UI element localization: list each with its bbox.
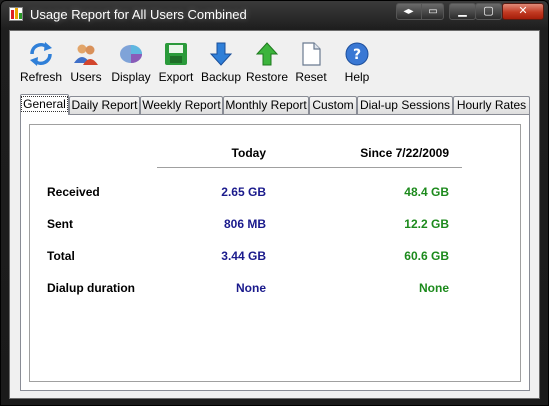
dialup-today-value: None xyxy=(236,281,266,295)
app-chart-icon[interactable] xyxy=(9,7,23,21)
backup-button[interactable]: Backup xyxy=(201,41,241,85)
display-icon xyxy=(120,45,142,63)
row-label-dialup-duration: Dialup duration xyxy=(47,281,135,295)
nav-arrows-button[interactable]: ◂▸ xyxy=(397,4,420,19)
tab-custom[interactable]: Custom xyxy=(309,96,357,114)
general-tab-panel: Today Since 7/22/2009 Received 2.65 GB 4… xyxy=(20,114,530,391)
toolbar-label: Display xyxy=(111,70,151,84)
minimize-button[interactable]: ▁ xyxy=(449,3,476,20)
refresh-button[interactable]: Refresh xyxy=(19,41,63,85)
sent-today-value: 806 MB xyxy=(223,217,266,231)
tab-general[interactable]: General xyxy=(20,94,69,115)
toolbar-label: Refresh xyxy=(19,70,63,84)
total-today-value: 3.44 GB xyxy=(221,249,266,263)
sent-since-value: 12.2 GB xyxy=(404,217,449,231)
column-header-since: Since 7/22/2009 xyxy=(360,146,449,160)
svg-text:?: ? xyxy=(353,47,361,63)
toolbar-label: Users xyxy=(70,70,102,84)
reset-button[interactable]: Reset xyxy=(295,41,327,85)
restore-icon xyxy=(255,42,279,66)
tab-strip: General Daily Report Weekly Report Month… xyxy=(20,94,530,115)
restore-button[interactable]: Restore xyxy=(246,41,288,85)
help-icon: ? xyxy=(345,42,369,66)
maximize-button[interactable]: ▢ xyxy=(475,3,502,20)
dialup-since-value: None xyxy=(419,281,449,295)
tab-weekly-report[interactable]: Weekly Report xyxy=(140,96,223,114)
title-bar[interactable]: Usage Report for All Users Combined ◂▸ ▭… xyxy=(1,1,548,27)
client-area: Refresh Users Display Export Backup Rest… xyxy=(9,30,540,399)
toolbar-label: Reset xyxy=(295,70,327,84)
close-button[interactable]: ✕ xyxy=(502,3,544,20)
window-title: Usage Report for All Users Combined xyxy=(30,7,247,22)
export-icon xyxy=(165,43,187,65)
tab-daily-report[interactable]: Daily Report xyxy=(69,96,140,114)
export-button[interactable]: Export xyxy=(157,41,195,85)
total-since-value: 60.6 GB xyxy=(404,249,449,263)
row-label-total: Total xyxy=(47,249,75,263)
tab-hourly-rates[interactable]: Hourly Rates xyxy=(453,96,530,114)
users-button[interactable]: Users xyxy=(68,41,104,85)
toolbar-label: Export xyxy=(158,70,194,84)
row-label-received: Received xyxy=(47,185,100,199)
toolbar-label: Help xyxy=(344,70,370,84)
app-window: Usage Report for All Users Combined ◂▸ ▭… xyxy=(0,0,549,406)
header-divider xyxy=(157,167,462,168)
help-button[interactable]: ? Help xyxy=(343,41,371,85)
backup-icon xyxy=(209,42,233,66)
usage-summary-group: Today Since 7/22/2009 Received 2.65 GB 4… xyxy=(29,124,521,382)
tab-dialup-sessions[interactable]: Dial-up Sessions xyxy=(357,96,453,114)
row-label-sent: Sent xyxy=(47,217,74,231)
refresh-icon xyxy=(30,42,52,66)
nav-button-group: ◂▸ ▭ xyxy=(396,3,444,20)
toolbar-label: Backup xyxy=(201,70,242,84)
toolbar-label: Restore xyxy=(246,70,289,84)
reset-icon xyxy=(302,42,321,66)
toolbar: Refresh Users Display Export Backup Rest… xyxy=(10,31,539,91)
users-icon xyxy=(74,44,98,65)
compact-view-button[interactable]: ▭ xyxy=(421,4,444,19)
column-header-today: Today xyxy=(231,146,266,160)
received-today-value: 2.65 GB xyxy=(221,185,266,199)
tab-monthly-report[interactable]: Monthly Report xyxy=(223,96,309,114)
received-since-value: 48.4 GB xyxy=(404,185,449,199)
display-button[interactable]: Display xyxy=(111,41,151,85)
